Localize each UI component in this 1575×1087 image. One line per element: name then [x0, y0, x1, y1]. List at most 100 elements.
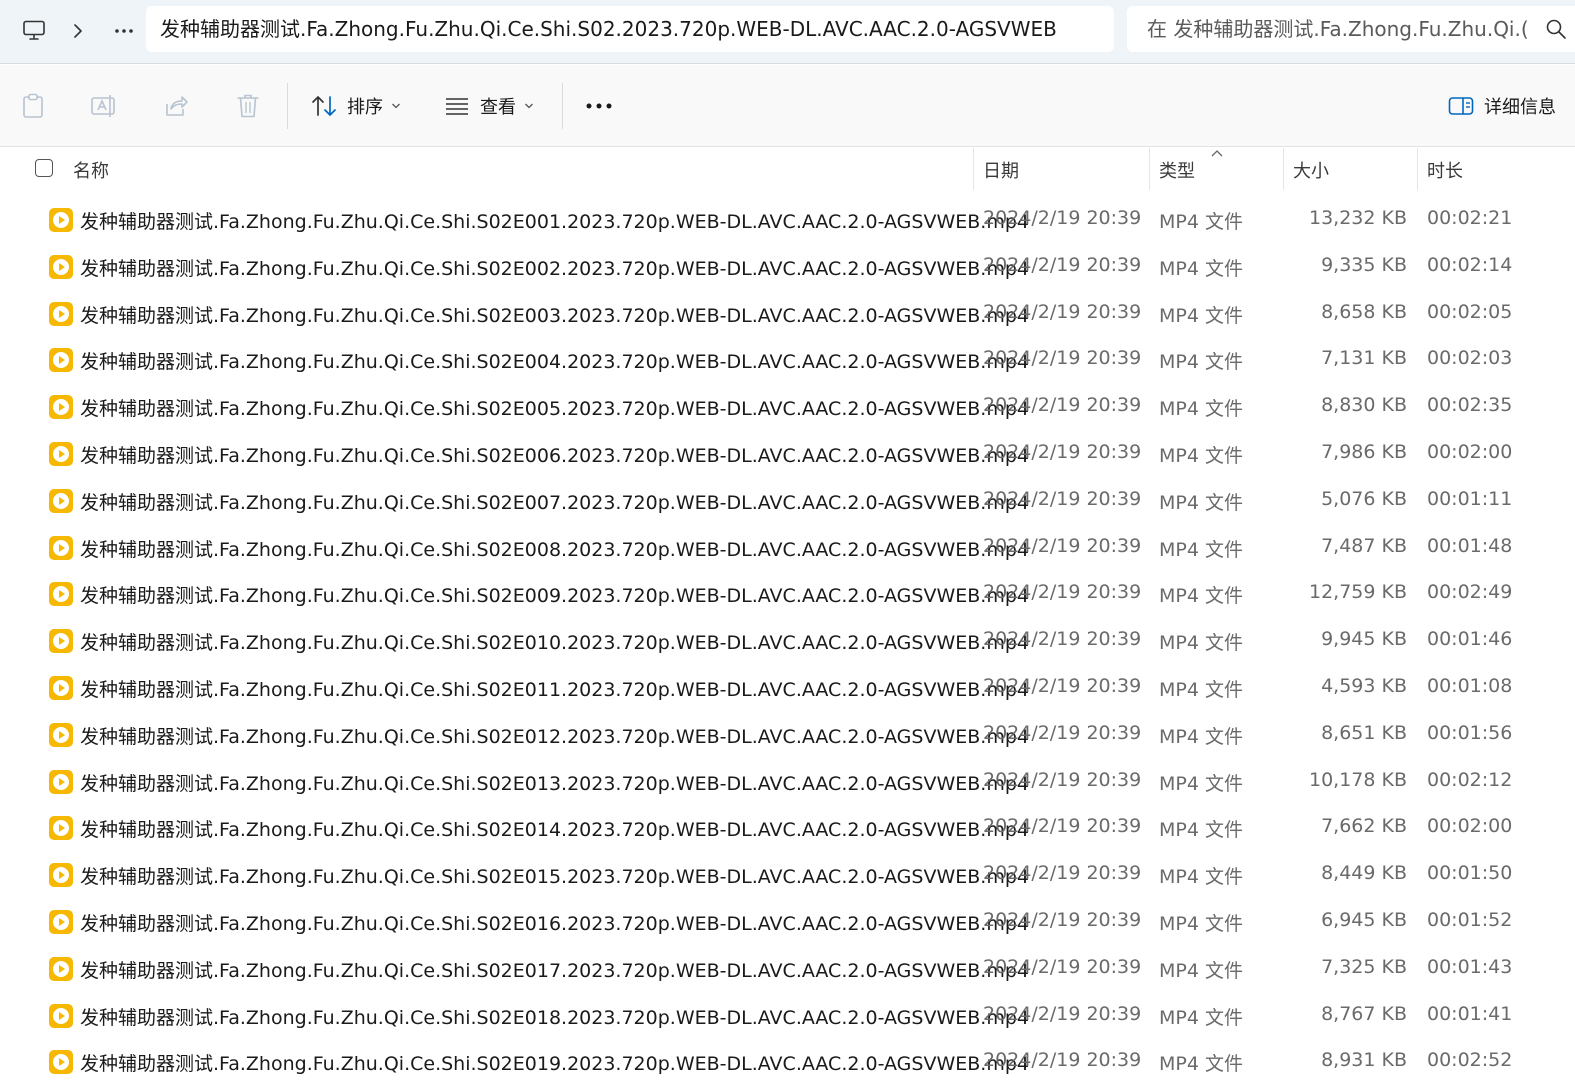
- file-date: 2024/2/19 20:39: [983, 628, 1142, 651]
- more-options-button[interactable]: [582, 93, 616, 119]
- video-file-icon: [49, 863, 73, 888]
- file-name[interactable]: 发种辅助器测试.Fa.Zhong.Fu.Zhu.Qi.Ce.Shi.S02E00…: [80, 581, 1029, 608]
- file-row[interactable]: 发种辅助器测试.Fa.Zhong.Fu.Zhu.Qi.Ce.Shi.S02E00…: [0, 384, 1575, 431]
- video-file-icon: [49, 956, 73, 981]
- video-file-icon: [49, 909, 73, 934]
- file-size: 4,593 KB: [1321, 674, 1407, 697]
- file-type: MP4 文件: [1159, 444, 1243, 467]
- file-type: MP4 文件: [1159, 819, 1243, 842]
- file-name[interactable]: 发种辅助器测试.Fa.Zhong.Fu.Zhu.Qi.Ce.Shi.S02E01…: [80, 1003, 1029, 1030]
- file-name[interactable]: 发种辅助器测试.Fa.Zhong.Fu.Zhu.Qi.Ce.Shi.S02E00…: [80, 488, 1029, 515]
- file-date: 2024/2/19 20:39: [983, 1049, 1142, 1072]
- video-file-icon: [49, 582, 73, 607]
- file-name[interactable]: 发种辅助器测试.Fa.Zhong.Fu.Zhu.Qi.Ce.Shi.S02E01…: [80, 722, 1029, 749]
- breadcrumb[interactable]: 发种辅助器测试.Fa.Zhong.Fu.Zhu.Qi.Ce.Shi.S02.20…: [146, 6, 1114, 52]
- file-size: 5,076 KB: [1321, 487, 1407, 510]
- file-duration: 00:01:50: [1427, 862, 1513, 885]
- file-type: MP4 文件: [1159, 304, 1243, 327]
- file-row[interactable]: 发种辅助器测试.Fa.Zhong.Fu.Zhu.Qi.Ce.Shi.S02E01…: [0, 712, 1575, 759]
- file-name[interactable]: 发种辅助器测试.Fa.Zhong.Fu.Zhu.Qi.Ce.Shi.S02E01…: [80, 1049, 1029, 1076]
- delete-icon[interactable]: [234, 92, 262, 120]
- file-size: 7,131 KB: [1321, 347, 1407, 370]
- file-row[interactable]: 发种辅助器测试.Fa.Zhong.Fu.Zhu.Qi.Ce.Shi.S02E00…: [0, 337, 1575, 384]
- chevron-right-icon[interactable]: [68, 17, 88, 45]
- file-row[interactable]: 发种辅助器测试.Fa.Zhong.Fu.Zhu.Qi.Ce.Shi.S02E00…: [0, 291, 1575, 338]
- column-divider[interactable]: [1149, 148, 1150, 190]
- column-divider[interactable]: [1417, 148, 1418, 190]
- file-name[interactable]: 发种辅助器测试.Fa.Zhong.Fu.Zhu.Qi.Ce.Shi.S02E00…: [80, 301, 1029, 328]
- column-header-duration[interactable]: 时长: [1427, 157, 1463, 183]
- file-size: 13,232 KB: [1308, 207, 1407, 229]
- file-name[interactable]: 发种辅助器测试.Fa.Zhong.Fu.Zhu.Qi.Ce.Shi.S02E00…: [80, 535, 1029, 562]
- file-name[interactable]: 发种辅助器测试.Fa.Zhong.Fu.Zhu.Qi.Ce.Shi.S02E01…: [80, 675, 1029, 702]
- file-row[interactable]: 发种辅助器测试.Fa.Zhong.Fu.Zhu.Qi.Ce.Shi.S02E00…: [0, 571, 1575, 618]
- file-row[interactable]: 发种辅助器测试.Fa.Zhong.Fu.Zhu.Qi.Ce.Shi.S02E01…: [0, 1039, 1575, 1086]
- file-duration: 00:01:56: [1427, 721, 1513, 744]
- file-date: 2024/2/19 20:39: [983, 300, 1142, 323]
- file-row[interactable]: 发种辅助器测试.Fa.Zhong.Fu.Zhu.Qi.Ce.Shi.S02E01…: [0, 759, 1575, 806]
- paste-icon[interactable]: [19, 92, 47, 120]
- file-size: 8,658 KB: [1321, 300, 1407, 323]
- file-row[interactable]: 发种辅助器测试.Fa.Zhong.Fu.Zhu.Qi.Ce.Shi.S02E00…: [0, 431, 1575, 478]
- file-row[interactable]: 发种辅助器测试.Fa.Zhong.Fu.Zhu.Qi.Ce.Shi.S02E01…: [0, 665, 1575, 712]
- file-row[interactable]: 发种辅助器测试.Fa.Zhong.Fu.Zhu.Qi.Ce.Shi.S02E01…: [0, 946, 1575, 993]
- details-pane-icon: [1448, 97, 1474, 115]
- file-row[interactable]: 发种辅助器测试.Fa.Zhong.Fu.Zhu.Qi.Ce.Shi.S02E00…: [0, 525, 1575, 572]
- file-type: MP4 文件: [1159, 491, 1243, 514]
- file-name[interactable]: 发种辅助器测试.Fa.Zhong.Fu.Zhu.Qi.Ce.Shi.S02E01…: [80, 628, 1029, 655]
- column-header-date[interactable]: 日期: [983, 157, 1019, 183]
- column-header-size[interactable]: 大小: [1293, 157, 1329, 183]
- file-size: 12,759 KB: [1308, 581, 1407, 604]
- file-name[interactable]: 发种辅助器测试.Fa.Zhong.Fu.Zhu.Qi.Ce.Shi.S02E00…: [80, 347, 1029, 374]
- view-button[interactable]: 查看: [444, 87, 534, 125]
- column-header-row: 名称 日期 类型 大小 时长: [0, 148, 1575, 190]
- video-file-icon: [49, 1003, 73, 1028]
- file-row[interactable]: 发种辅助器测试.Fa.Zhong.Fu.Zhu.Qi.Ce.Shi.S02E00…: [0, 244, 1575, 291]
- file-duration: 00:01:48: [1427, 534, 1513, 557]
- file-row[interactable]: 发种辅助器测试.Fa.Zhong.Fu.Zhu.Qi.Ce.Shi.S02E00…: [0, 478, 1575, 525]
- file-row[interactable]: 发种辅助器测试.Fa.Zhong.Fu.Zhu.Qi.Ce.Shi.S02E01…: [0, 852, 1575, 899]
- share-icon[interactable]: [162, 92, 190, 120]
- rename-icon[interactable]: [90, 92, 118, 120]
- file-name[interactable]: 发种辅助器测试.Fa.Zhong.Fu.Zhu.Qi.Ce.Shi.S02E01…: [80, 956, 1029, 983]
- column-header-type[interactable]: 类型: [1159, 157, 1195, 183]
- file-name[interactable]: 发种辅助器测试.Fa.Zhong.Fu.Zhu.Qi.Ce.Shi.S02E01…: [80, 769, 1029, 796]
- file-row[interactable]: 发种辅助器测试.Fa.Zhong.Fu.Zhu.Qi.Ce.Shi.S02E01…: [0, 618, 1575, 665]
- this-pc-icon[interactable]: [20, 17, 48, 45]
- file-duration: 00:01:11: [1427, 487, 1513, 510]
- file-row[interactable]: 发种辅助器测试.Fa.Zhong.Fu.Zhu.Qi.Ce.Shi.S02E01…: [0, 899, 1575, 946]
- file-date: 2024/2/19 20:39: [983, 207, 1142, 229]
- file-duration: 00:02:35: [1427, 394, 1513, 417]
- select-all-checkbox[interactable]: [35, 159, 53, 177]
- search-input[interactable]: 在 发种辅助器测试.Fa.Zhong.Fu.Zhu.Qi.(: [1147, 6, 1539, 52]
- file-date: 2024/2/19 20:39: [983, 815, 1142, 838]
- file-name[interactable]: 发种辅助器测试.Fa.Zhong.Fu.Zhu.Qi.Ce.Shi.S02E00…: [80, 441, 1029, 468]
- details-pane-button[interactable]: 详细信息: [1448, 91, 1556, 121]
- breadcrumb-overflow-icon[interactable]: [110, 17, 138, 45]
- file-row[interactable]: 发种辅助器测试.Fa.Zhong.Fu.Zhu.Qi.Ce.Shi.S02E00…: [0, 197, 1575, 244]
- search-icon[interactable]: [1545, 18, 1567, 40]
- chevron-down-icon: [392, 103, 400, 109]
- file-row[interactable]: 发种辅助器测试.Fa.Zhong.Fu.Zhu.Qi.Ce.Shi.S02E01…: [0, 805, 1575, 852]
- file-duration: 00:02:52: [1427, 1049, 1513, 1072]
- file-name[interactable]: 发种辅助器测试.Fa.Zhong.Fu.Zhu.Qi.Ce.Shi.S02E00…: [80, 207, 1029, 234]
- file-name[interactable]: 发种辅助器测试.Fa.Zhong.Fu.Zhu.Qi.Ce.Shi.S02E00…: [80, 394, 1029, 421]
- file-name[interactable]: 发种辅助器测试.Fa.Zhong.Fu.Zhu.Qi.Ce.Shi.S02E01…: [80, 815, 1029, 842]
- file-name[interactable]: 发种辅助器测试.Fa.Zhong.Fu.Zhu.Qi.Ce.Shi.S02E00…: [80, 254, 1029, 281]
- search-box[interactable]: 在 发种辅助器测试.Fa.Zhong.Fu.Zhu.Qi.(: [1127, 6, 1575, 52]
- column-header-name[interactable]: 名称: [73, 157, 109, 183]
- view-label: 查看: [480, 97, 516, 118]
- address-bar: 发种辅助器测试.Fa.Zhong.Fu.Zhu.Qi.Ce.Shi.S02.20…: [0, 0, 1575, 64]
- breadcrumb-current-folder[interactable]: 发种辅助器测试.Fa.Zhong.Fu.Zhu.Qi.Ce.Shi.S02.20…: [160, 17, 1057, 41]
- file-name[interactable]: 发种辅助器测试.Fa.Zhong.Fu.Zhu.Qi.Ce.Shi.S02E01…: [80, 909, 1029, 936]
- file-type: MP4 文件: [1159, 959, 1243, 982]
- sort-button[interactable]: 排序: [311, 87, 401, 125]
- file-name[interactable]: 发种辅助器测试.Fa.Zhong.Fu.Zhu.Qi.Ce.Shi.S02E01…: [80, 862, 1029, 889]
- video-file-icon: [49, 441, 73, 466]
- video-file-icon: [49, 301, 73, 326]
- file-date: 2024/2/19 20:39: [983, 1002, 1142, 1025]
- file-row[interactable]: 发种辅助器测试.Fa.Zhong.Fu.Zhu.Qi.Ce.Shi.S02E01…: [0, 993, 1575, 1040]
- sort-label: 排序: [347, 97, 383, 118]
- column-divider[interactable]: [973, 148, 974, 190]
- column-divider[interactable]: [1283, 148, 1284, 190]
